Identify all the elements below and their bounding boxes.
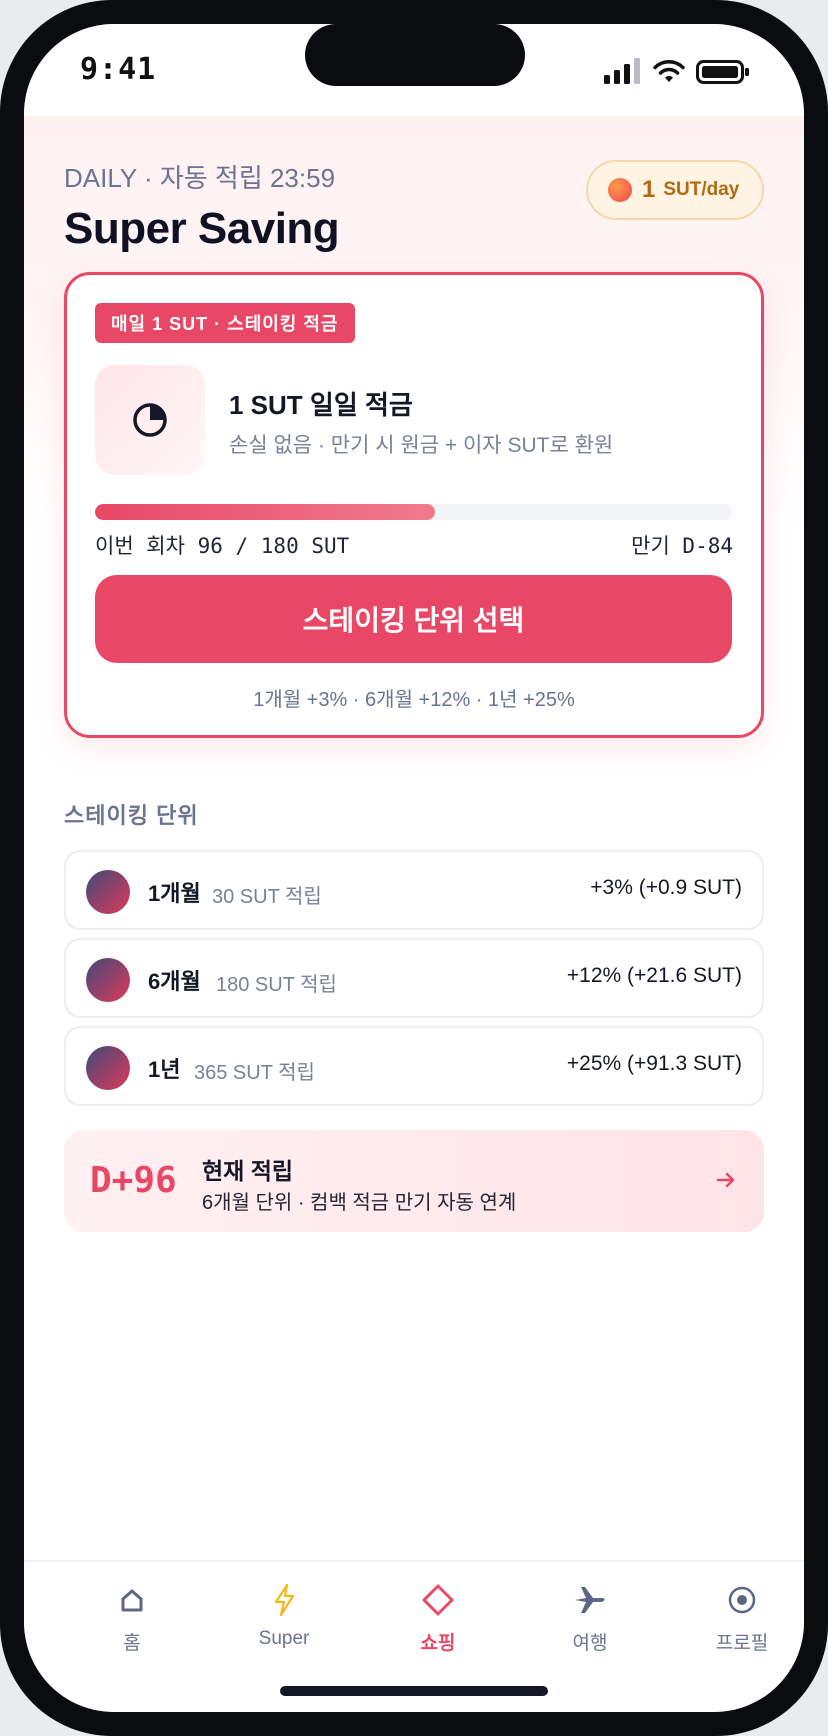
tab-label: Super [258,1628,310,1649]
dynamic-island [305,24,525,86]
unit-return: +3% (+0.9 SUT) [590,876,742,899]
unit-avatar [86,1046,130,1090]
airplane-icon [575,1587,605,1613]
unit-return: +12% (+21.6 SUT) [566,964,742,987]
current-saving-description: 6개월 단위 · 컴백 적금 만기 자동 연계 [202,1192,517,1214]
profile-icon [728,1586,756,1614]
unit-amount: 30 SUT 적립 [212,886,322,908]
home-indicator[interactable] [280,1686,548,1696]
current-saving-card[interactable]: D+96 현재 적립 6개월 단위 · 컴백 적금 만기 자동 연계 [64,1130,764,1232]
home-icon [121,1589,143,1612]
staking-unit-row[interactable]: 1년 365 SUT 적립 +25% (+91.3 SUT) [64,1026,764,1106]
unit-name: 6개월 [148,969,201,994]
rates-note: 1개월 +3% · 6개월 +12% · 1년 +25% [253,689,575,711]
daily-saving-card: 매일 1 SUT · 스테이킹 적금 1 SUT 일일 적금 손실 없음 · 만… [64,272,764,738]
lightning-icon [274,1583,295,1617]
maturity-countdown: 만기 D-84 [631,534,733,558]
screen: 9:41 DAILY · 자동 적립 23:59 Super Saving 1 … [24,24,804,1712]
coin-icon [608,178,632,202]
tab-label: 쇼핑 [420,1633,456,1654]
saving-progress-fill [95,504,435,520]
diamond-icon [422,1584,454,1616]
status-time: 9:41 [80,52,157,87]
wifi-icon [653,60,685,82]
tab-label: 프로필 [715,1633,769,1654]
tab-shopping[interactable]: 쇼핑 [378,1582,498,1655]
saving-progress-bar [95,504,732,520]
unit-amount: 365 SUT 적립 [194,1062,315,1084]
tab-super[interactable]: Super [224,1582,344,1650]
plan-badge: 매일 1 SUT · 스테이킹 적금 [95,303,355,343]
select-staking-unit-button[interactable]: 스테이킹 단위 선택 [95,575,732,663]
staking-unit-row[interactable]: 1개월 30 SUT 적립 +3% (+0.9 SUT) [64,850,764,930]
arrow-right-icon [716,1172,735,1188]
section-label-staking-units: 스테이킹 단위 [64,803,199,828]
daily-rate-pill[interactable]: 1 SUT/day [586,160,764,220]
unit-avatar [86,870,130,914]
pie-chart-icon [133,403,167,437]
plan-icon-tile [95,365,205,475]
tab-label: 홈 [123,1633,141,1654]
page-title: Super Saving [64,204,340,253]
cellular-signal-icon [604,58,640,84]
plan-title: 1 SUT 일일 적금 [229,390,413,420]
unit-return: +25% (+91.3 SUT) [566,1052,742,1075]
tab-label: 여행 [572,1633,608,1654]
unit-amount: 180 SUT 적립 [216,974,337,996]
unit-name: 1개월 [148,881,201,906]
tab-travel[interactable]: 여행 [530,1582,650,1655]
plan-description: 손실 없음 · 만기 시 원금 + 이자 SUT로 환원 [229,434,614,457]
main-content: DAILY · 자동 적립 23:59 Super Saving 1 SUT/d… [24,116,804,1556]
tab-profile[interactable]: 프로필 [682,1582,802,1655]
daily-rate-unit: SUT/day [663,179,740,200]
battery-icon [696,60,749,84]
tab-home[interactable]: 홈 [72,1582,192,1655]
progress-label: 이번 회차 96 / 180 SUT [95,534,350,558]
page-subtitle: DAILY · 자동 적립 23:59 [64,163,336,193]
staking-unit-row[interactable]: 6개월 180 SUT 적립 +12% (+21.6 SUT) [64,938,764,1018]
daily-rate-value: 1 [642,176,656,203]
current-saving-title: 현재 적립 [202,1158,294,1184]
unit-avatar [86,958,130,1002]
current-day-count: D+96 [90,1160,177,1201]
phone-frame: 9:41 DAILY · 자동 적립 23:59 Super Saving 1 … [0,0,828,1736]
unit-name: 1년 [148,1057,181,1082]
status-bar: 9:41 [24,24,804,116]
